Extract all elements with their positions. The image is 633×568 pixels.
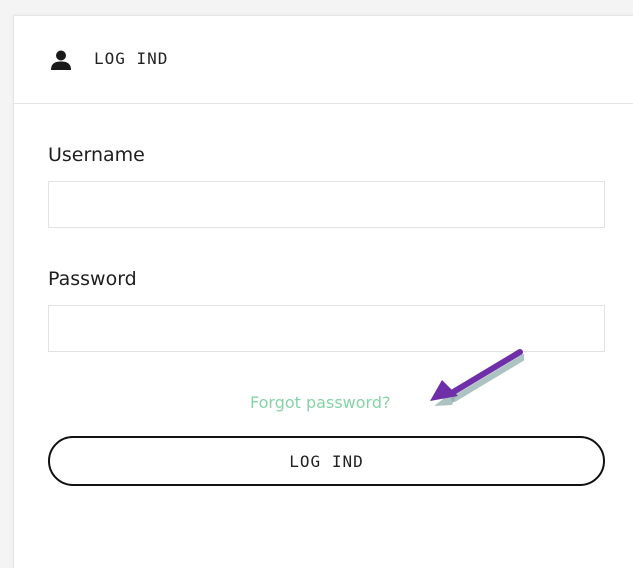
username-label: Username xyxy=(48,144,145,166)
card-header: LOG IND xyxy=(14,16,633,104)
page-title: LOG IND xyxy=(94,49,169,68)
arrow-annotation-icon xyxy=(430,349,524,406)
username-input[interactable] xyxy=(48,181,605,228)
password-label: Password xyxy=(48,268,137,290)
user-icon xyxy=(51,50,71,70)
login-button[interactable]: LOG IND xyxy=(48,436,605,486)
login-card: LOG IND Username Password Forgot passwor… xyxy=(13,15,633,568)
forgot-password-link[interactable]: Forgot password? xyxy=(250,393,390,412)
